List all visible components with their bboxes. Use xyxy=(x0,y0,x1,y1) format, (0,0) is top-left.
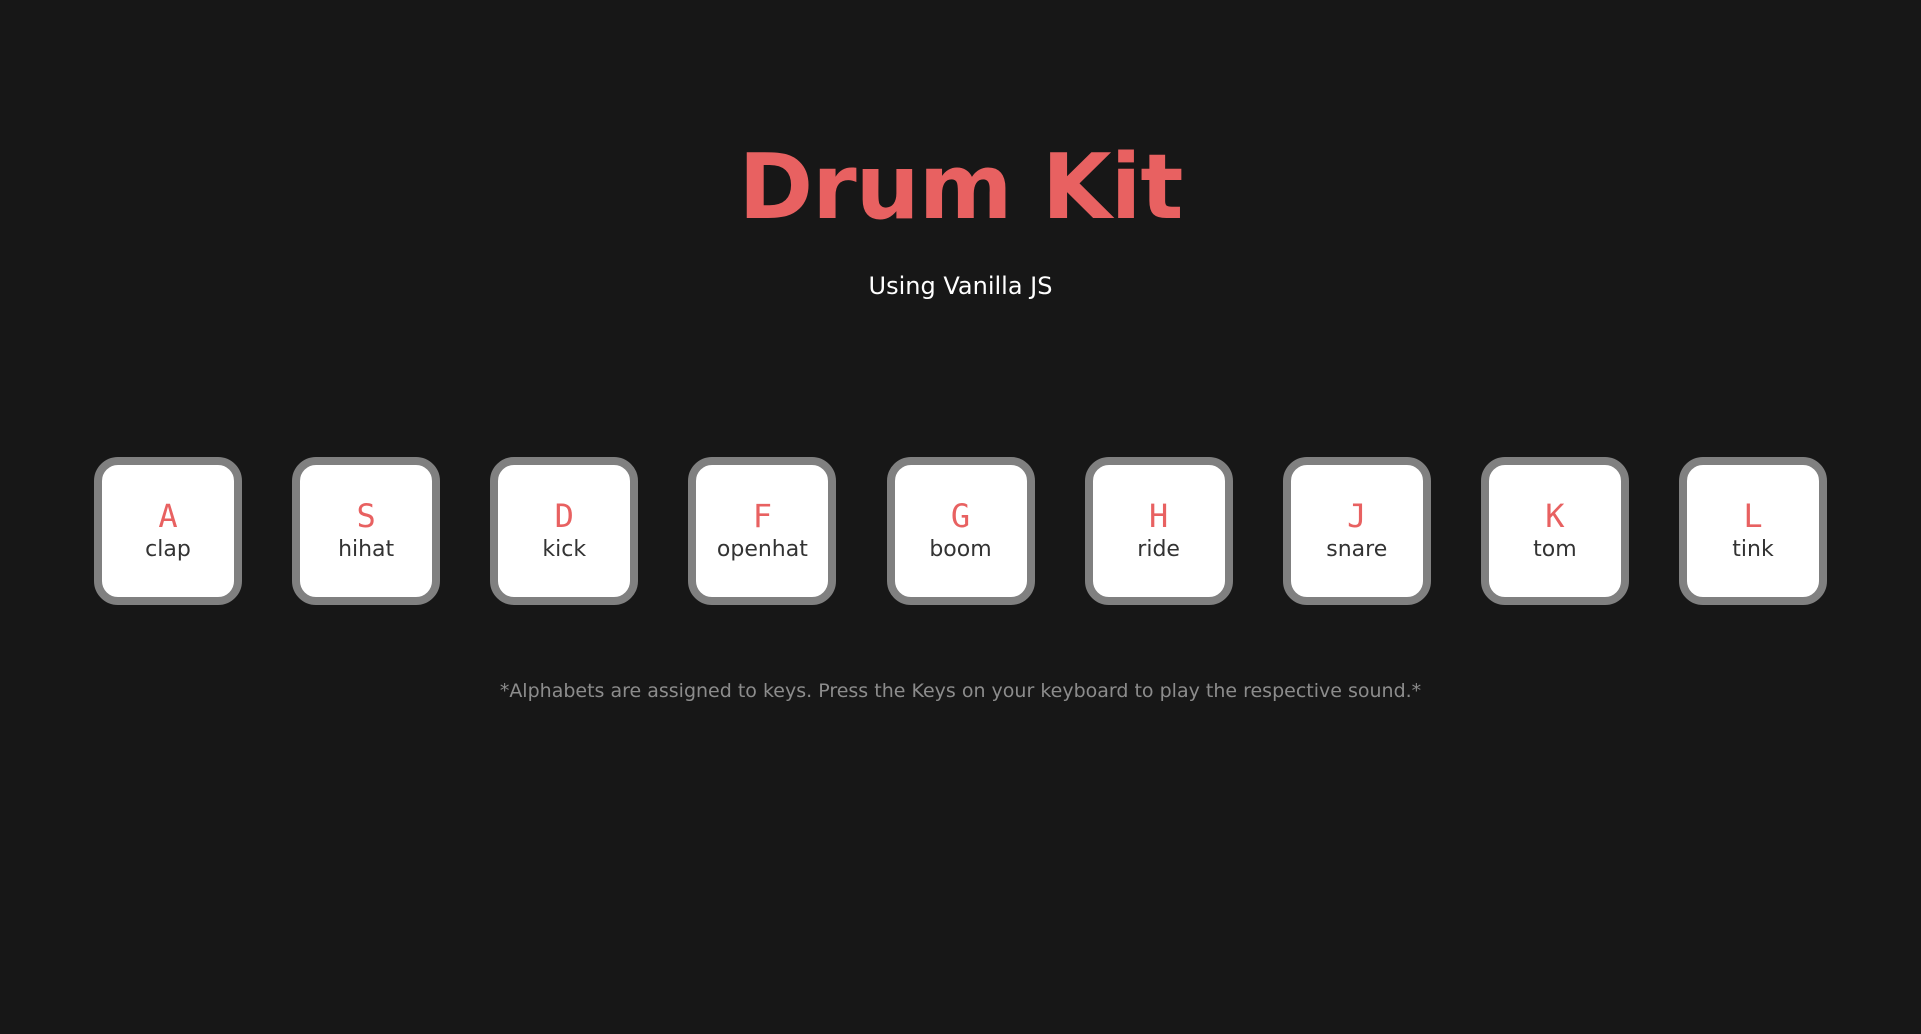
key-letter: G xyxy=(950,497,971,535)
drum-key-h[interactable]: H ride xyxy=(1084,457,1233,605)
key-letter: A xyxy=(158,497,178,535)
key-sound-label: clap xyxy=(145,537,191,562)
drum-key-f[interactable]: F openhat xyxy=(688,457,837,605)
key-sound-label: kick xyxy=(542,537,587,562)
drum-key-l[interactable]: L tink xyxy=(1679,457,1827,605)
drum-key-a[interactable]: A clap xyxy=(94,457,242,605)
page-title: Drum Kit xyxy=(738,135,1184,240)
keyboard-hint: *Alphabets are assigned to keys. Press t… xyxy=(499,680,1422,702)
key-letter: D xyxy=(554,497,574,535)
key-sound-label: hihat xyxy=(338,537,395,562)
drum-key-j[interactable]: J snare xyxy=(1282,457,1431,605)
key-letter: L xyxy=(1743,497,1763,535)
drum-key-g[interactable]: G boom xyxy=(886,457,1035,605)
key-sound-label: ride xyxy=(1137,537,1180,562)
key-letter: J xyxy=(1347,497,1367,535)
key-letter: S xyxy=(356,497,376,535)
drum-key-d[interactable]: D kick xyxy=(490,457,639,605)
key-sound-label: snare xyxy=(1326,537,1388,562)
page-subtitle: Using Vanilla JS xyxy=(868,272,1053,300)
drum-key-s[interactable]: S hihat xyxy=(292,457,441,605)
drum-keys: A clap S hihat D kick F openhat G boom H… xyxy=(94,457,1827,605)
key-letter: H xyxy=(1148,497,1169,535)
drum-key-k[interactable]: K tom xyxy=(1480,457,1629,605)
key-sound-label: tink xyxy=(1732,537,1774,562)
key-letter: F xyxy=(752,497,772,535)
key-sound-label: tom xyxy=(1533,537,1577,562)
key-sound-label: boom xyxy=(929,537,992,562)
key-sound-label: openhat xyxy=(716,537,808,562)
key-letter: K xyxy=(1545,497,1565,535)
